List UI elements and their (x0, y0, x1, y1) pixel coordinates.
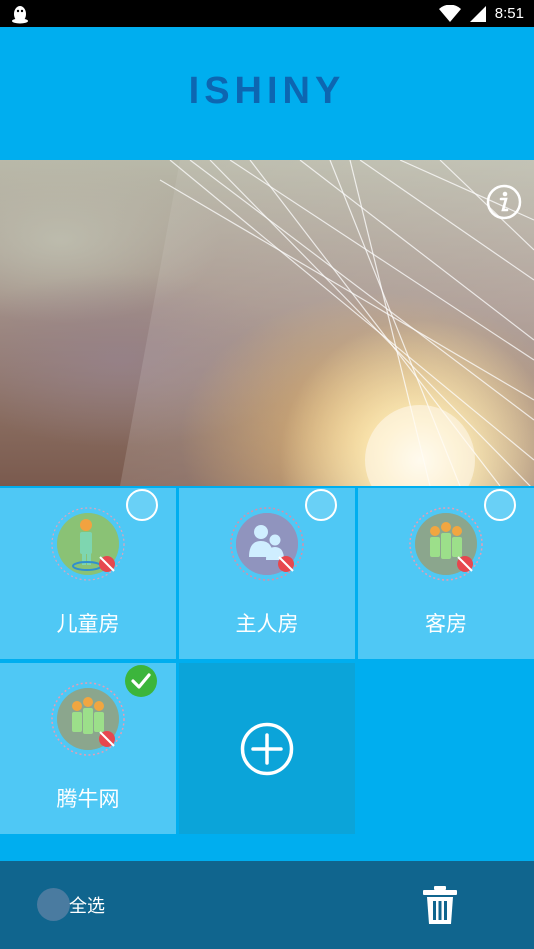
room-name: 腾牛网 (56, 787, 120, 811)
banner-image (0, 160, 534, 486)
room-name: 儿童房 (56, 612, 120, 636)
select-all-label: 全选 (69, 895, 105, 917)
info-icon[interactable] (486, 184, 522, 220)
add-room-button[interactable] (179, 663, 355, 834)
status-right: 8:51 (438, 0, 524, 27)
room-tile-children[interactable]: 儿童房 (0, 488, 176, 659)
select-all-toggle[interactable]: 全选 (37, 888, 105, 921)
selected-check-icon[interactable] (124, 664, 158, 698)
select-all-radio[interactable] (37, 888, 70, 921)
room-select-circle[interactable] (305, 489, 337, 521)
clock: 8:51 (494, 5, 524, 22)
room-select-circle[interactable] (126, 489, 158, 521)
wifi-icon (438, 4, 461, 23)
trash-icon[interactable] (421, 885, 459, 925)
screen: 8:51 ISHINY 儿童房 主人房 客房 腾牛网 全选 (0, 0, 534, 949)
penguin-icon (10, 4, 30, 24)
room-tile-group[interactable]: 腾牛网 (0, 663, 176, 834)
header: ISHINY (0, 27, 534, 160)
room-tile-guest[interactable]: 客房 (358, 488, 534, 659)
room-name: 主人房 (235, 612, 299, 636)
guest-room-icon (407, 505, 485, 583)
group-room-icon (49, 680, 127, 758)
master-room-icon (228, 505, 306, 583)
bottom-bar: 全选 (0, 861, 534, 949)
child-room-icon (49, 505, 127, 583)
room-name: 客房 (425, 612, 467, 636)
status-bar: 8:51 (0, 0, 534, 27)
light-rays (120, 160, 534, 486)
signal-icon (469, 5, 487, 23)
room-select-circle[interactable] (484, 489, 516, 521)
room-tile-master[interactable]: 主人房 (179, 488, 355, 659)
app-title: ISHINY (188, 70, 346, 112)
